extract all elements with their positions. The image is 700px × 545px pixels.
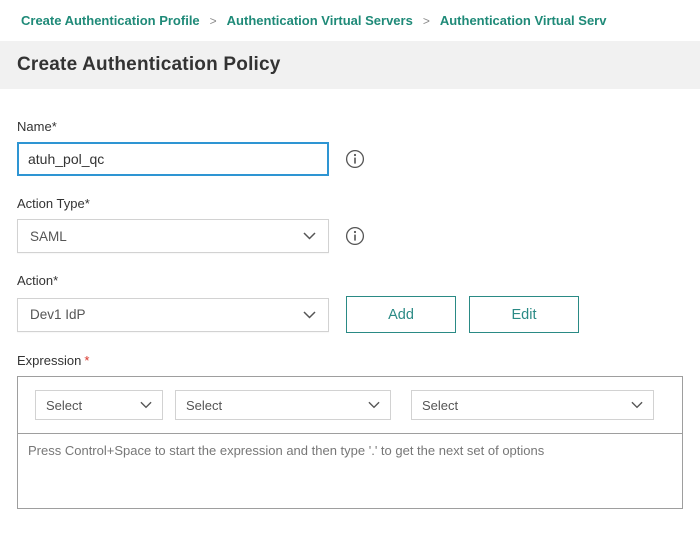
breadcrumb-separator: >	[210, 14, 217, 28]
breadcrumb-separator: >	[423, 14, 430, 28]
expression-select-2[interactable]: Select	[175, 390, 391, 420]
info-icon[interactable]	[345, 226, 365, 246]
action-type-field-group: Action Type* SAML	[17, 196, 683, 253]
expression-select-3[interactable]: Select	[411, 390, 654, 420]
chevron-down-icon	[303, 311, 316, 319]
expression-toolbar: Select Select Select	[18, 377, 682, 434]
create-authentication-policy-form: Name* Action Type* SAML	[0, 89, 700, 509]
action-label: Action*	[17, 273, 683, 288]
name-label: Name*	[17, 119, 683, 134]
expression-builder: Select Select Select	[17, 376, 683, 509]
breadcrumb-item-authentication-virtual-servers-2[interactable]: Authentication Virtual Serv	[440, 13, 607, 28]
edit-button[interactable]: Edit	[469, 296, 579, 333]
chevron-down-icon	[368, 401, 380, 409]
action-buttons: Add Edit	[346, 296, 579, 333]
action-field-group: Action* Dev1 IdP Add Edit	[17, 273, 683, 333]
action-selected-value: Dev1 IdP	[30, 307, 86, 322]
page-title: Create Authentication Policy	[17, 54, 281, 76]
chevron-down-icon	[303, 232, 316, 240]
breadcrumb: Create Authentication Profile > Authenti…	[0, 0, 700, 28]
chevron-down-icon	[631, 401, 643, 409]
action-type-select[interactable]: SAML	[17, 219, 329, 253]
expression-field-group: Expression* Select Select Select	[17, 353, 683, 509]
name-field-group: Name*	[17, 119, 683, 176]
expression-label: Expression*	[17, 353, 683, 368]
expression-input[interactable]	[18, 434, 682, 508]
action-type-label: Action Type*	[17, 196, 683, 211]
expression-select-1[interactable]: Select	[35, 390, 163, 420]
add-button[interactable]: Add	[346, 296, 456, 333]
page-header: Create Authentication Policy	[0, 41, 700, 89]
required-asterisk: *	[84, 353, 89, 368]
breadcrumb-item-authentication-virtual-servers[interactable]: Authentication Virtual Servers	[227, 13, 413, 28]
chevron-down-icon	[140, 401, 152, 409]
info-icon[interactable]	[345, 149, 365, 169]
action-select[interactable]: Dev1 IdP	[17, 298, 329, 332]
breadcrumb-item-create-authentication-profile[interactable]: Create Authentication Profile	[21, 13, 200, 28]
action-type-selected-value: SAML	[30, 229, 67, 244]
name-input[interactable]	[17, 142, 329, 176]
